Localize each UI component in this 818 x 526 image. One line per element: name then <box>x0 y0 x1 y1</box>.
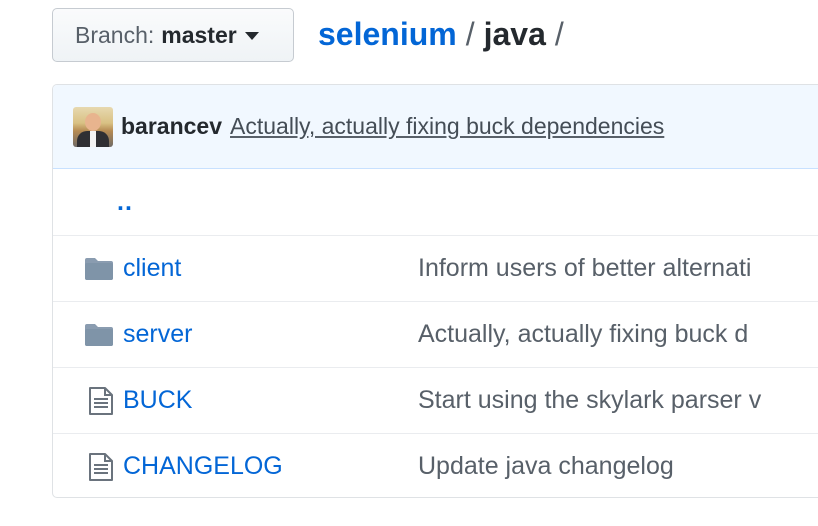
caret-down-icon <box>244 32 259 40</box>
file-icon <box>53 386 113 415</box>
file-icon <box>53 452 113 481</box>
file-commit-message[interactable]: Inform users of better alternati <box>418 254 751 283</box>
commit-message-link[interactable]: Actually, actually fixing buck dependenc… <box>230 113 664 140</box>
branch-name-label: master <box>161 21 237 48</box>
breadcrumb-separator: / <box>465 16 475 52</box>
repo-file-browser: Branch: master selenium / java / barance… <box>0 0 818 526</box>
folder-icon <box>53 257 113 280</box>
latest-commit-bar: barancev Actually, actually fixing buck … <box>53 85 818 169</box>
file-commit-message[interactable]: Update java changelog <box>418 452 674 481</box>
table-row: server Actually, actually fixing buck d <box>53 301 818 367</box>
parent-directory-row: .. <box>53 169 818 235</box>
breadcrumb: selenium / java / <box>318 14 573 54</box>
file-name-link[interactable]: BUCK <box>123 386 418 415</box>
file-commit-message[interactable]: Start using the skylark parser v <box>418 386 761 415</box>
branch-prefix-label: Branch: <box>75 21 155 48</box>
table-row: BUCK Start using the skylark parser v <box>53 367 818 433</box>
breadcrumb-separator: / <box>554 16 564 52</box>
table-row: CHANGELOG Update java changelog <box>53 433 818 497</box>
file-name-link[interactable]: client <box>123 254 418 283</box>
file-name-link[interactable]: CHANGELOG <box>123 452 418 481</box>
breadcrumb-current-dir: java <box>483 16 546 52</box>
file-name-link[interactable]: server <box>123 320 418 349</box>
breadcrumb-repo-link[interactable]: selenium <box>318 14 457 54</box>
folder-icon <box>53 323 113 346</box>
file-table: barancev Actually, actually fixing buck … <box>52 84 818 498</box>
table-row: client Inform users of better alternati <box>53 235 818 301</box>
branch-select-button[interactable]: Branch: master <box>52 8 294 62</box>
avatar[interactable] <box>73 106 113 147</box>
parent-directory-link[interactable]: .. <box>117 188 133 217</box>
commit-author-link[interactable]: barancev <box>121 113 222 140</box>
file-commit-message[interactable]: Actually, actually fixing buck d <box>418 320 748 349</box>
